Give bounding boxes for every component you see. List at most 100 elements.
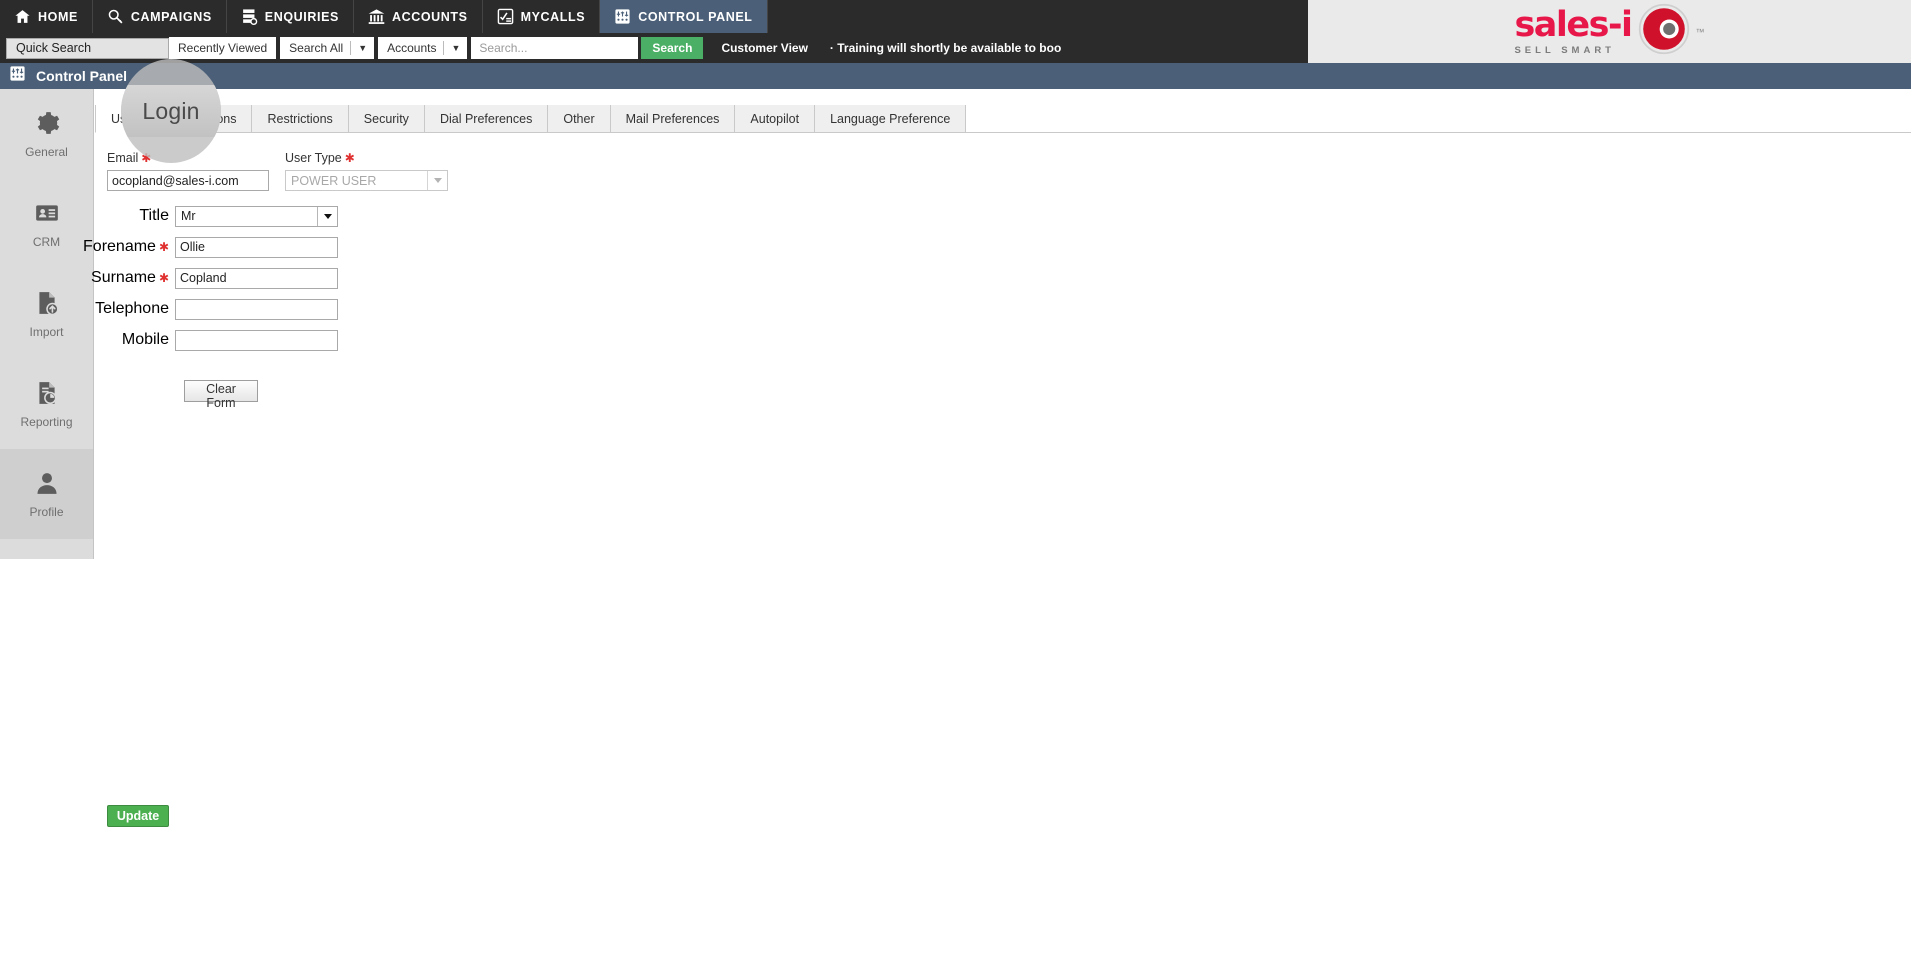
tab-mail-preferences[interactable]: Mail Preferences <box>610 105 736 132</box>
person-icon <box>34 470 60 496</box>
title-row: Title Mr <box>95 203 1911 229</box>
recently-viewed-tab[interactable]: Recently Viewed <box>169 37 277 59</box>
user-type-field-group: User Type ✱ POWER USER <box>285 151 448 191</box>
search-input[interactable] <box>471 37 639 59</box>
clear-form-button[interactable]: Clear Form <box>184 380 258 410</box>
user-type-value: POWER USER <box>291 173 377 188</box>
title-label-wrap: Title <box>95 207 175 225</box>
brand-name: sales-i <box>1514 4 1633 45</box>
surname-label: Surname <box>91 269 156 286</box>
sidebar-item-label: CRM <box>32 234 61 249</box>
enquiries-icon <box>241 8 258 25</box>
forename-field[interactable] <box>175 236 338 258</box>
tab-permissions[interactable]: Permissions <box>153 105 253 132</box>
email-label: Email <box>107 151 139 165</box>
sidebar-item-label: Import <box>29 324 64 339</box>
brand-mark-icon <box>1638 3 1690 60</box>
tab-restrictions[interactable]: Restrictions <box>252 105 349 132</box>
email-field-group: Email ✱ <box>107 151 269 191</box>
nav-item-enquiries[interactable]: ENQUIRIES <box>227 0 354 33</box>
form-top-row: Email ✱ User Type ✱ POWER USER <box>95 151 1911 191</box>
title-value: Mr <box>181 209 196 223</box>
accounts-icon <box>368 8 385 25</box>
telephone-label-wrap: Telephone <box>95 300 175 318</box>
notification-ticker: · Training will shortly be available to … <box>829 41 1062 55</box>
user-type-label-wrap: User Type ✱ <box>285 151 448 165</box>
sidebar-item-label: Reporting <box>20 414 73 429</box>
required-marker: ✱ <box>158 240 169 254</box>
tab-other[interactable]: Other <box>548 105 611 132</box>
surname-label-wrap: Surname ✱ <box>91 269 175 287</box>
required-marker: ✱ <box>158 271 169 285</box>
file-upload-icon <box>34 290 60 316</box>
nav-label: ENQUIRIES <box>264 9 339 24</box>
sidebar-item-crm[interactable]: CRM <box>0 179 93 269</box>
nav-item-accounts[interactable]: ACCOUNTS <box>354 0 483 33</box>
required-marker: ✱ <box>141 151 152 165</box>
content-tab-strip: User Permissions Restrictions Security D… <box>95 105 1911 133</box>
user-type-label: User Type <box>285 151 342 165</box>
tab-language-preference[interactable]: Language Preference <box>815 105 967 132</box>
tab-dial-preferences[interactable]: Dial Preferences <box>424 105 549 132</box>
chevron-down-icon <box>427 171 447 190</box>
sidebar-item-reporting[interactable]: Reporting <box>0 359 93 449</box>
forename-row: Forename ✱ <box>83 234 1911 260</box>
home-icon <box>14 8 31 25</box>
brand-tagline: SELL SMART <box>1514 44 1615 56</box>
control-panel-icon <box>9 65 26 87</box>
chevron-down-icon: ▼ <box>358 43 368 53</box>
brand-logo: sales-i SELL SMART ™ <box>1308 0 1911 63</box>
search-scope-dropdown[interactable]: Search All ▼ <box>280 37 375 59</box>
surname-row: Surname ✱ <box>91 265 1911 291</box>
user-form: Email ✱ User Type ✱ POWER USER Title <box>83 133 1911 827</box>
sidebar: General CRM Import Reporting Profile <box>0 89 94 559</box>
nav-label: ACCOUNTS <box>391 9 468 24</box>
nav-label: CAMPAIGNS <box>130 9 212 24</box>
surname-field[interactable] <box>175 267 338 289</box>
forename-label-wrap: Forename ✱ <box>83 238 175 256</box>
main-content: User Permissions Restrictions Security D… <box>83 89 1911 959</box>
nav-item-mycalls[interactable]: MYCALLS <box>483 0 601 33</box>
customer-view-link[interactable]: Customer View <box>721 41 807 55</box>
search-entity-label: Accounts <box>387 41 437 55</box>
tab-security[interactable]: Security <box>348 105 425 132</box>
mobile-label: Mobile <box>121 331 169 348</box>
report-chart-icon <box>34 380 60 406</box>
nav-label: CONTROL PANEL <box>638 9 753 24</box>
contact-card-icon <box>34 200 60 226</box>
chevron-down-icon: ▼ <box>451 43 461 53</box>
sidebar-item-label: General <box>25 144 68 159</box>
nav-item-control-panel[interactable]: CONTROL PANEL <box>600 0 768 33</box>
sidebar-item-label: Profile <box>29 504 64 519</box>
sidebar-item-general[interactable]: General <box>0 89 93 179</box>
tab-user[interactable]: User <box>95 105 154 133</box>
search-button[interactable]: Search <box>641 37 704 59</box>
required-marker: ✱ <box>344 151 355 165</box>
search-entity-dropdown[interactable]: Accounts ▼ <box>378 37 468 59</box>
trademark-symbol: ™ <box>1695 26 1705 37</box>
sidebar-item-import[interactable]: Import <box>0 269 93 359</box>
tab-autopilot[interactable]: Autopilot <box>735 105 816 132</box>
email-field[interactable] <box>107 170 269 191</box>
mobile-field[interactable] <box>175 329 338 351</box>
nav-label: MYCALLS <box>520 9 586 24</box>
chevron-down-icon <box>317 206 337 226</box>
telephone-field[interactable] <box>175 298 338 320</box>
nav-label: HOME <box>38 9 78 24</box>
campaigns-icon <box>107 8 124 25</box>
forename-label: Forename <box>83 238 156 255</box>
search-toolbar: Quick Search Recently Viewed Search All … <box>0 33 1308 63</box>
control-panel-icon <box>614 8 631 25</box>
nav-item-home[interactable]: HOME <box>0 0 93 33</box>
update-button[interactable]: Update <box>107 805 169 827</box>
mycalls-icon <box>497 8 514 25</box>
gear-icon <box>34 110 60 136</box>
mobile-row: Mobile <box>95 327 1911 353</box>
sidebar-item-profile[interactable]: Profile <box>0 449 93 539</box>
nav-item-campaigns[interactable]: CAMPAIGNS <box>93 0 227 33</box>
search-scope-label: Search All <box>289 41 344 55</box>
user-type-select[interactable]: POWER USER <box>285 170 448 191</box>
email-label-wrap: Email ✱ <box>107 151 269 165</box>
title-select[interactable]: Mr <box>175 205 338 227</box>
quick-search-tab[interactable]: Quick Search <box>6 37 169 59</box>
